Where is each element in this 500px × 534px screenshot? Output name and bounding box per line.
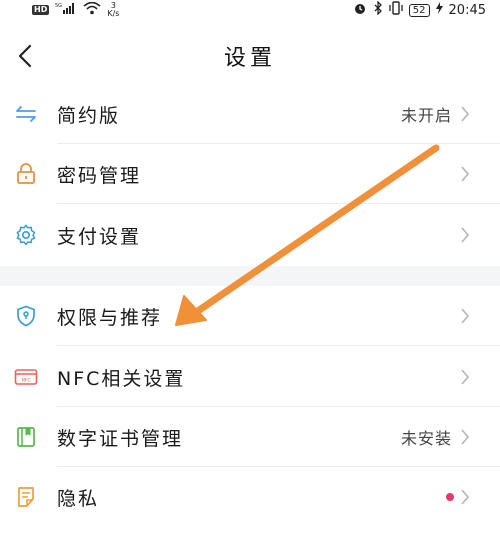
swap-arrows-icon: [14, 102, 38, 126]
bluetooth-icon: [373, 0, 383, 19]
chevron-right-icon: [460, 223, 474, 247]
settings-row-payment[interactable]: 支付设置: [0, 205, 500, 265]
lock-icon: [14, 162, 38, 186]
bottom-edge: [0, 527, 500, 534]
nfc-card-icon: NFC: [14, 365, 38, 389]
row-divider: [57, 345, 500, 346]
settings-row-nfc[interactable]: NFC NFC相关设置: [0, 347, 500, 407]
row-divider: [57, 203, 500, 204]
settings-label: 隐私: [57, 487, 100, 510]
page-title: 设置: [223, 46, 276, 71]
battery-icon: 52: [408, 3, 430, 17]
speed-unit: K/s: [107, 9, 120, 18]
signal-icon: 5G: [55, 2, 77, 18]
charging-icon: [435, 2, 443, 18]
section-divider: [0, 266, 500, 286]
settings-row-password[interactable]: 密码管理: [0, 144, 500, 204]
settings-row-permissions[interactable]: 权限与推荐: [0, 286, 500, 346]
chevron-right-icon: [460, 162, 474, 186]
clock: 20:45: [448, 2, 486, 18]
shield-icon: [14, 304, 38, 328]
privacy-doc-icon: [14, 485, 38, 509]
settings-row-certificate[interactable]: 数字证书管理 未安装: [0, 407, 500, 467]
chevron-right-icon: [460, 485, 474, 509]
vibrate-icon: [389, 1, 403, 19]
settings-value: 未安装: [400, 429, 452, 448]
chevron-right-icon: [460, 304, 474, 328]
svg-text:NFC: NFC: [21, 378, 30, 384]
settings-label: 支付设置: [57, 225, 142, 248]
settings-row-simple-mode[interactable]: 简约版 未开启: [0, 84, 500, 144]
settings-value: 未开启: [400, 106, 452, 125]
signal-label: 5G: [55, 3, 62, 9]
status-bar: HD 5G 3 K/s 52 20:45: [0, 0, 500, 20]
network-speed: 3 K/s: [107, 2, 119, 18]
settings-label: 简约版: [57, 104, 121, 127]
wifi-icon: [83, 1, 101, 19]
settings-label: 数字证书管理: [57, 427, 184, 450]
hd-badge: HD: [32, 5, 50, 15]
notification-dot: [446, 493, 454, 501]
chevron-right-icon: [460, 425, 474, 449]
settings-row-privacy[interactable]: 隐私: [0, 467, 500, 527]
certificate-icon: [14, 425, 38, 449]
settings-label: NFC相关设置: [57, 367, 186, 390]
gear-icon: [14, 223, 38, 247]
alarm-icon: [353, 1, 367, 19]
chevron-right-icon: [460, 102, 474, 126]
settings-label: 权限与推荐: [57, 306, 163, 329]
settings-label: 密码管理: [57, 164, 142, 187]
chevron-right-icon: [460, 365, 474, 389]
header: 设置: [0, 28, 500, 88]
